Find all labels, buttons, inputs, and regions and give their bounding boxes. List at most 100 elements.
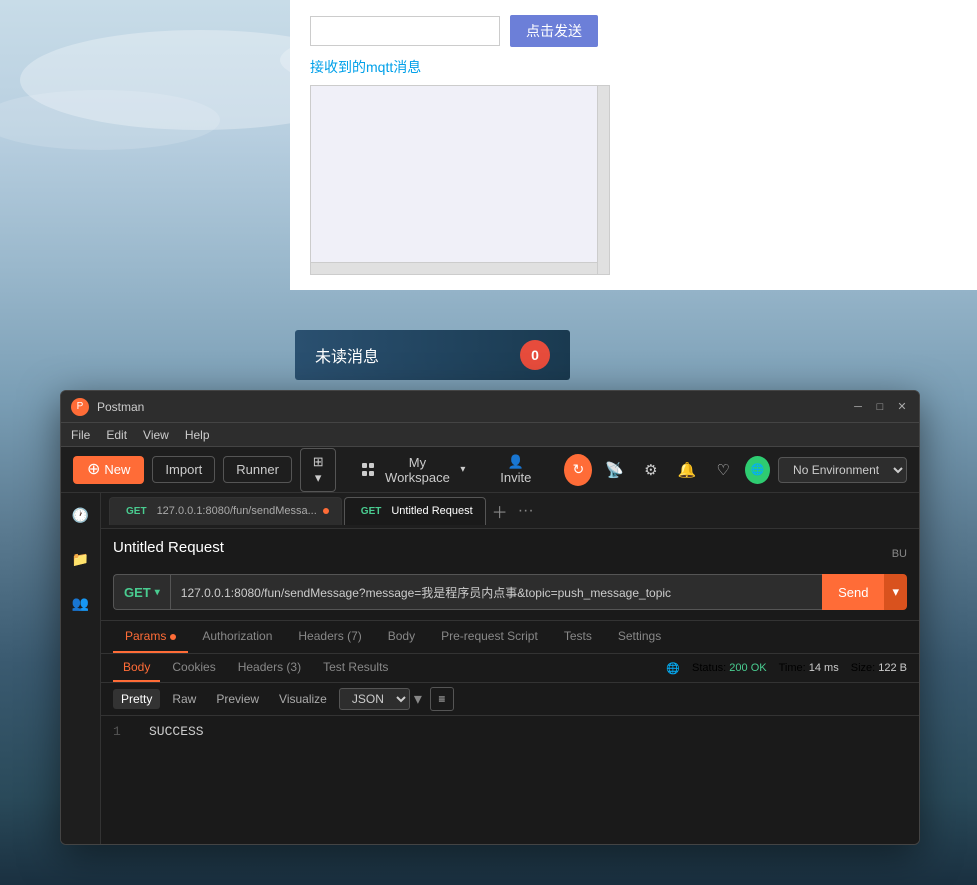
response-body: 1 SUCCESS bbox=[101, 716, 919, 845]
menu-file[interactable]: File bbox=[71, 428, 90, 442]
more-tabs-button[interactable]: ··· bbox=[514, 502, 538, 520]
method-label: GET bbox=[124, 585, 151, 600]
format-pretty-button[interactable]: Pretty bbox=[113, 689, 160, 709]
horizontal-scrollbar[interactable] bbox=[311, 262, 597, 274]
response-format-bar: Pretty Raw Preview Visualize JSON XML HT… bbox=[101, 683, 919, 716]
close-button[interactable]: ✕ bbox=[895, 400, 909, 414]
format-visualize-button[interactable]: Visualize bbox=[271, 689, 335, 709]
tab-0[interactable]: GET 127.0.0.1:8080/fun/sendMessa... bbox=[109, 497, 342, 525]
unread-badge: 0 bbox=[520, 340, 550, 370]
mqtt-label: 接收到的mqtt消息 bbox=[310, 57, 960, 77]
response-tabs-bar: Body Cookies Headers (3) Test Results 🌐 … bbox=[101, 654, 919, 683]
menu-help[interactable]: Help bbox=[185, 428, 210, 442]
minimize-button[interactable]: ─ bbox=[851, 400, 865, 414]
response-tab-headers[interactable]: Headers (3) bbox=[228, 654, 311, 682]
status-icon: 🌐 bbox=[666, 662, 680, 675]
maximize-button[interactable]: □ bbox=[873, 400, 887, 414]
method-dropdown-arrow: ▾ bbox=[155, 587, 160, 598]
vertical-scrollbar[interactable] bbox=[597, 86, 609, 274]
web-controls: 点击发送 bbox=[310, 15, 960, 47]
workspace-label: My Workspace bbox=[381, 455, 455, 485]
format-type-selector[interactable]: JSON XML HTML Text bbox=[339, 688, 410, 710]
invite-button[interactable]: 👤 Invite bbox=[483, 449, 548, 490]
tabs-bar: GET 127.0.0.1:8080/fun/sendMessa... GET … bbox=[101, 493, 919, 529]
tab-method-1: GET bbox=[357, 505, 386, 518]
import-button[interactable]: Import bbox=[152, 456, 215, 483]
nav-tab-prerequest[interactable]: Pre-request Script bbox=[429, 621, 550, 653]
postman-window: P Postman ─ □ ✕ File Edit View Help ⊕ Ne… bbox=[60, 390, 920, 845]
web-app-overlay: 点击发送 接收到的mqtt消息 bbox=[290, 0, 977, 290]
main-layout: 🕐 📁 👥 GET 127.0.0.1:8080/fun/sendMessa..… bbox=[61, 493, 919, 845]
sidebar-users-icon[interactable]: 👥 bbox=[67, 589, 95, 617]
nav-tab-headers[interactable]: Headers (7) bbox=[286, 621, 373, 653]
dropdown-arrow-icon: ▾ bbox=[414, 689, 422, 709]
content-area: GET 127.0.0.1:8080/fun/sendMessa... GET … bbox=[101, 493, 919, 845]
response-area: Body Cookies Headers (3) Test Results 🌐 … bbox=[101, 654, 919, 845]
send-button[interactable]: Send bbox=[822, 574, 884, 610]
response-tab-test-results[interactable]: Test Results bbox=[313, 654, 398, 682]
save-button[interactable]: BU bbox=[892, 548, 907, 560]
workspace-icon bbox=[362, 463, 374, 477]
status-value: 200 OK bbox=[729, 662, 766, 674]
view-selector[interactable]: ⊞ ▾ bbox=[300, 448, 337, 492]
nav-tab-authorization[interactable]: Authorization bbox=[190, 621, 284, 653]
environment-selector[interactable]: No Environment bbox=[778, 457, 907, 483]
size-value: 122 B bbox=[878, 662, 907, 674]
send-button[interactable]: 点击发送 bbox=[510, 15, 598, 47]
message-input[interactable] bbox=[310, 16, 500, 46]
line-content-1: SUCCESS bbox=[149, 724, 204, 739]
params-dot bbox=[170, 634, 176, 640]
nav-tab-tests[interactable]: Tests bbox=[552, 621, 604, 653]
nav-tab-settings[interactable]: Settings bbox=[606, 621, 673, 653]
bell-button[interactable]: 🔔 bbox=[673, 454, 701, 486]
send-dropdown-button[interactable]: ▾ bbox=[884, 574, 907, 610]
sidebar: 🕐 📁 👥 bbox=[61, 493, 101, 845]
time-label: Time: 14 ms bbox=[779, 662, 839, 674]
workspace-dropdown-arrow: ▾ bbox=[460, 464, 465, 475]
format-preview-button[interactable]: Preview bbox=[208, 689, 267, 709]
invite-icon: 👤 bbox=[508, 454, 524, 469]
size-label: Size: 122 B bbox=[851, 662, 907, 674]
wrap-button[interactable]: ≡ bbox=[430, 687, 454, 711]
status-label: Status: 200 OK bbox=[692, 662, 767, 674]
tab-1[interactable]: GET Untitled Request bbox=[344, 497, 486, 525]
format-raw-button[interactable]: Raw bbox=[164, 689, 204, 709]
invite-label: Invite bbox=[500, 470, 531, 485]
time-value: 14 ms bbox=[809, 662, 839, 674]
sidebar-collections-icon[interactable]: 📁 bbox=[67, 545, 95, 573]
tab-dot-0 bbox=[323, 508, 329, 514]
line-number-1: 1 bbox=[113, 724, 133, 739]
sidebar-history-icon[interactable]: 🕐 bbox=[67, 501, 95, 529]
sync-button[interactable]: ↻ bbox=[564, 454, 592, 486]
request-nav-tabs: Params Authorization Headers (7) Body Pr… bbox=[101, 621, 919, 654]
response-tab-body[interactable]: Body bbox=[113, 654, 160, 682]
message-display-area bbox=[310, 85, 610, 275]
code-line-1: 1 SUCCESS bbox=[113, 724, 907, 739]
add-tab-button[interactable]: ＋ bbox=[488, 499, 512, 523]
settings-button[interactable]: ⚙ bbox=[637, 454, 665, 486]
workspace-button[interactable]: My Workspace ▾ bbox=[352, 450, 475, 490]
heart-button[interactable]: ♡ bbox=[709, 454, 737, 486]
unread-messages-bar: 未读消息 0 bbox=[295, 330, 570, 380]
url-input[interactable] bbox=[170, 574, 822, 610]
request-panel: Untitled Request BU GET ▾ Send ▾ bbox=[101, 529, 919, 621]
nav-tab-params[interactable]: Params bbox=[113, 621, 188, 653]
postman-logo: P bbox=[71, 398, 89, 416]
unread-label: 未读消息 bbox=[315, 343, 379, 367]
menu-view[interactable]: View bbox=[143, 428, 169, 442]
window-controls: ─ □ ✕ bbox=[851, 400, 909, 414]
menu-edit[interactable]: Edit bbox=[106, 428, 127, 442]
tab-title-0: 127.0.0.1:8080/fun/sendMessa... bbox=[157, 505, 317, 517]
runner-button[interactable]: Runner bbox=[223, 456, 292, 483]
nav-tab-body[interactable]: Body bbox=[376, 621, 427, 653]
user-avatar[interactable]: 🌐 bbox=[745, 456, 770, 484]
radio-icon-button[interactable]: 📡 bbox=[600, 454, 628, 486]
new-button[interactable]: ⊕ New bbox=[73, 456, 144, 484]
method-selector[interactable]: GET ▾ bbox=[113, 574, 170, 610]
response-tab-cookies[interactable]: Cookies bbox=[162, 654, 225, 682]
title-bar: P Postman ─ □ ✕ bbox=[61, 391, 919, 423]
request-title: Untitled Request bbox=[113, 539, 224, 556]
tab-method-0: GET bbox=[122, 505, 151, 518]
response-status: 🌐 Status: 200 OK Time: 14 ms Size: 122 B bbox=[666, 662, 907, 675]
window-title: Postman bbox=[97, 400, 851, 414]
